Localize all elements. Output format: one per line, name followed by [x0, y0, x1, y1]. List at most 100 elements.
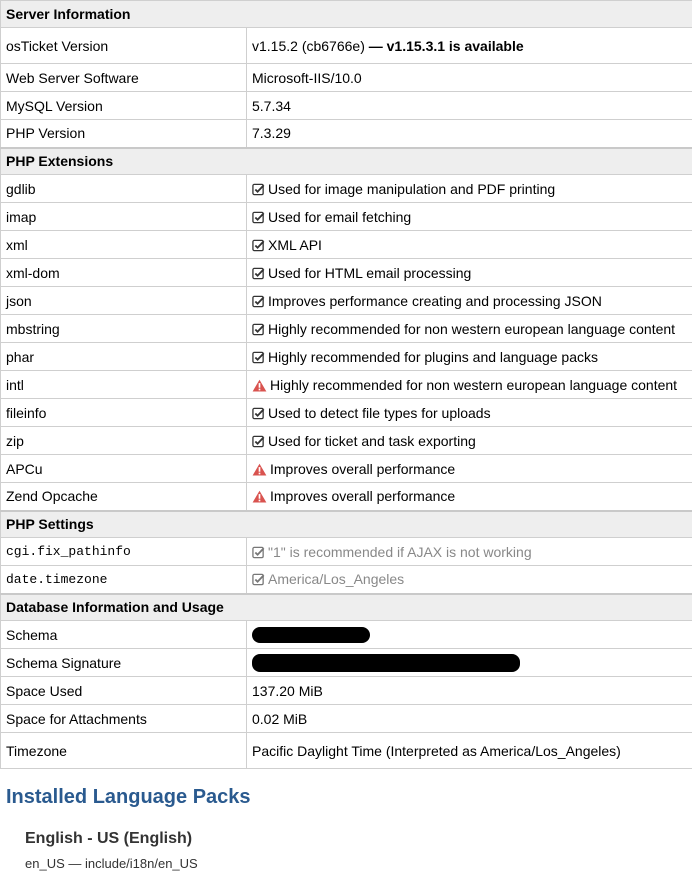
extension-desc: Improves performance creating and proces… [245, 286, 692, 315]
section-header-settings: PHP Settings [0, 509, 692, 538]
info-row-php-version: PHP Version 7.3.29 [0, 119, 692, 148]
db-row-schema-signature: Schema Signature [0, 648, 692, 677]
setting-desc: America/Los_Angeles [245, 565, 692, 594]
extension-name: phar [0, 342, 247, 371]
row-value [245, 648, 692, 677]
extension-row: mbstring Highly recommended for non weste… [0, 314, 692, 343]
row-value [245, 620, 692, 649]
setting-row: cgi.fix_pathinfo "1" is recommended if A… [0, 537, 692, 566]
check-square-icon [252, 265, 268, 281]
extension-name: Zend Opcache [0, 482, 247, 511]
row-value: Microsoft-IIS/10.0 [245, 63, 692, 92]
osticket-version-value: v1.15.2 (cb6766e) [252, 37, 365, 54]
row-label: Schema [0, 620, 247, 649]
db-row-space-attachments: Space for Attachments 0.02 MiB [0, 704, 692, 733]
extension-name: xml [0, 230, 247, 259]
extension-desc: Used for HTML email processing [245, 258, 692, 287]
row-value: 137.20 MiB [245, 676, 692, 705]
extension-desc: XML API [245, 230, 692, 259]
setting-desc: "1" is recommended if AJAX is not workin… [245, 537, 692, 566]
check-square-icon [252, 544, 268, 560]
extension-row: imap Used for email fetching [0, 202, 692, 231]
extension-row: xml XML API [0, 230, 692, 259]
extension-row: xml-dom Used for HTML email processing [0, 258, 692, 287]
setting-row: date.timezone America/Los_Angeles [0, 565, 692, 594]
db-row-space-used: Space Used 137.20 MiB [0, 676, 692, 705]
extension-name: gdlib [0, 174, 247, 203]
warning-triangle-icon [252, 461, 270, 477]
extension-desc: Improves overall performance [245, 454, 692, 483]
extension-desc: Used to detect file types for uploads [245, 398, 692, 427]
check-square-icon [252, 433, 268, 449]
extension-row: zip Used for ticket and task exporting [0, 426, 692, 455]
setting-name: cgi.fix_pathinfo [0, 537, 247, 566]
check-square-icon [252, 405, 268, 421]
row-label: MySQL Version [0, 91, 247, 120]
extension-row: fileinfo Used to detect file types for up… [0, 398, 692, 427]
check-square-icon [252, 209, 268, 225]
extension-row: Zend Opcache Improves overall performance [0, 482, 692, 511]
language-pack-name: English - US (English) [25, 830, 193, 847]
extension-name: imap [0, 202, 247, 231]
row-label: Space Used [0, 676, 247, 705]
info-row-mysql-version: MySQL Version 5.7.34 [0, 91, 692, 120]
extension-row: APCu Improves overall performance [0, 454, 692, 483]
extension-desc: Highly recommended for plugins and langu… [245, 342, 692, 371]
row-label: Schema Signature [0, 648, 247, 677]
row-label: Space for Attachments [0, 704, 247, 733]
check-square-icon [252, 181, 268, 197]
system-info-table: Server Information osTicket Version v1.1… [0, 0, 692, 769]
check-square-icon [252, 321, 268, 337]
redacted-value [252, 627, 370, 644]
extensions-list: gdlib Used for image manipulation and PDF… [0, 174, 692, 511]
extension-name: APCu [0, 454, 247, 483]
extension-desc: Used for image manipulation and PDF prin… [245, 174, 692, 203]
section-header-row: Database Information and Usage [0, 592, 692, 621]
row-value: Pacific Daylight Time (Interpreted as Am… [245, 732, 692, 769]
section-header-database: Database Information and Usage [0, 592, 692, 621]
section-header-row: Server Information [0, 0, 692, 28]
language-packs-title: Installed Language Packs [6, 786, 251, 808]
extension-name: fileinfo [0, 398, 247, 427]
extension-desc: Used for ticket and task exporting [245, 426, 692, 455]
setting-name: date.timezone [0, 565, 247, 594]
row-label: Timezone [0, 732, 247, 769]
row-value: 5.7.34 [245, 91, 692, 120]
info-row-web-server: Web Server Software Microsoft-IIS/10.0 [0, 63, 692, 92]
info-row-osticket-version: osTicket Version v1.15.2 (cb6766e) — v1.… [0, 27, 692, 64]
language-pack-item: English - US (English) en_US — include/i… [0, 830, 692, 871]
redacted-value [252, 653, 520, 672]
extension-name: intl [0, 370, 247, 399]
section-header-row: PHP Extensions [0, 146, 692, 175]
extension-desc: Highly recommended for non western europ… [245, 370, 692, 399]
warning-triangle-icon [252, 488, 270, 504]
section-header-row: PHP Settings [0, 509, 692, 538]
row-label: PHP Version [0, 119, 247, 148]
row-label: Web Server Software [0, 63, 247, 92]
language-pack-path: en_US — include/i18n/en_US [25, 856, 198, 871]
section-header-extensions: PHP Extensions [0, 146, 692, 175]
row-label: osTicket Version [0, 27, 247, 64]
row-value: 0.02 MiB [245, 704, 692, 733]
check-square-icon [252, 571, 268, 587]
row-value: v1.15.2 (cb6766e) — v1.15.3.1 is availab… [245, 27, 692, 64]
db-row-schema: Schema [0, 620, 692, 649]
check-square-icon [252, 349, 268, 365]
extension-name: json [0, 286, 247, 315]
extension-name: zip [0, 426, 247, 455]
extension-desc: Highly recommended for non western europ… [245, 314, 692, 343]
extension-name: xml-dom [0, 258, 247, 287]
warning-triangle-icon [252, 377, 270, 393]
extension-row: json Improves performance creating and pr… [0, 286, 692, 315]
row-value: 7.3.29 [245, 119, 692, 148]
check-square-icon [252, 237, 268, 253]
extension-row: gdlib Used for image manipulation and PDF… [0, 174, 692, 203]
extension-row: intl Highly recommended for non western e… [0, 370, 692, 399]
section-header-server: Server Information [0, 0, 692, 28]
extension-desc: Improves overall performance [245, 482, 692, 511]
check-square-icon [252, 293, 268, 309]
extension-row: phar Highly recommended for plugins and l… [0, 342, 692, 371]
extension-desc: Used for email fetching [245, 202, 692, 231]
update-available-notice: — v1.15.3.1 is available [368, 37, 524, 54]
db-row-timezone: Timezone Pacific Daylight Time (Interpre… [0, 732, 692, 769]
